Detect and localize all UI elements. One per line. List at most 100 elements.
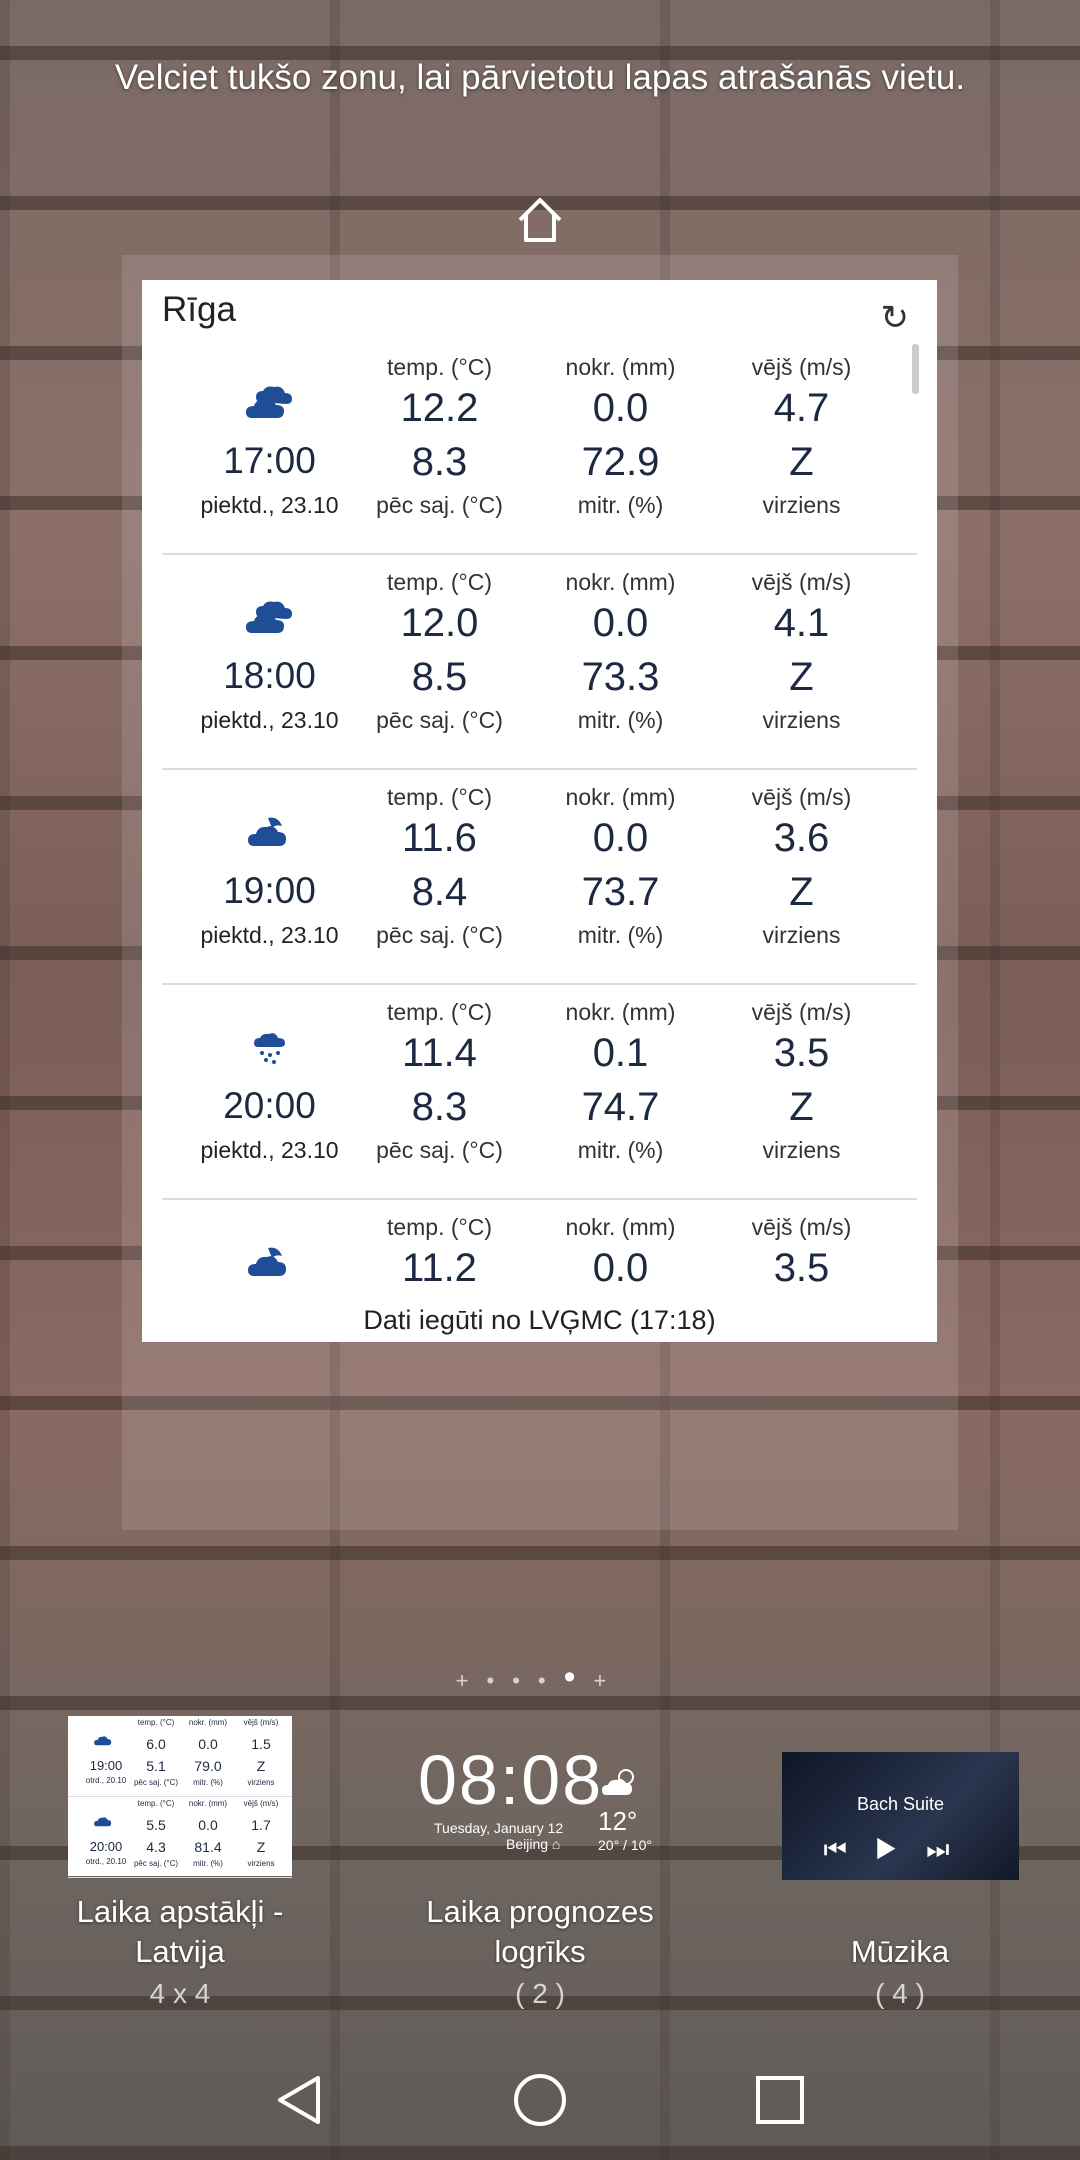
humidity-value: 72.9 (581, 440, 660, 484)
preview-row: 19:00 otrd., 20.10 temp. (°C) 6.0 5.1 pēc saj… (68, 1716, 292, 1797)
feels-like-label: pēc saj. (°C) (376, 492, 503, 518)
wind-direction-value: Z (789, 440, 814, 484)
precip-label: nokr. (mm) (565, 999, 676, 1025)
forecast-range: 20° / 10° (598, 1837, 653, 1853)
feels-like-value: 8.5 (411, 655, 468, 699)
feels-like-label: pēc saj. (°C) (376, 707, 503, 733)
page-dot[interactable]: • (538, 1668, 564, 1693)
feels-like-value: 8.3 (411, 1085, 468, 1129)
precip-label: nokr. (mm) (565, 1214, 676, 1240)
temp-value: 11.6 (402, 816, 477, 860)
music-controls: ⏮▶⏭ (782, 1834, 1019, 1866)
music-track-title: Bach Suite (856, 1794, 945, 1814)
partly-cloudy-night-icon (242, 1242, 298, 1282)
temp-value: 12.2 (400, 386, 479, 430)
forecast-time: 18:00 (223, 655, 316, 696)
precip-label: nokr. (mm) (565, 569, 676, 595)
humidity-label: mitr. (%) (577, 492, 664, 518)
wind-direction-value: Z (789, 1085, 814, 1129)
clock-location: Beijing ⌂ (506, 1836, 561, 1852)
partly-cloudy-night-icon (242, 812, 298, 852)
preview-feels: 4.3 (146, 1839, 166, 1855)
page-dot-active[interactable]: • (564, 1658, 594, 1696)
precip-value: 0.0 (592, 1246, 649, 1290)
direction-label: virziens (762, 1137, 841, 1163)
forecast-date: piektd., 23.10 (200, 707, 339, 733)
forecast-time: 19:00 (223, 870, 316, 911)
forecast-widget-label[interactable]: Laika prognozes logrīks (400, 1892, 680, 1972)
latvia-widget-preview[interactable]: 19:00 otrd., 20.10 temp. (°C) 6.0 5.1 pēc saj… (68, 1716, 292, 1878)
clock-date: Tuesday, January 12 (434, 1820, 564, 1836)
preview-feels: 5.1 (146, 1758, 166, 1774)
latvia-widget-label[interactable]: Laika apstākļi - Latvija (40, 1892, 320, 1972)
forecast-list[interactable]: 17:00 piektd., 23.10 temp. (°C) 12.2 8.3 pēc … (162, 340, 917, 1342)
latvia-widget-size: 4 x 4 (149, 1978, 211, 2009)
cloudy-icon (76, 1811, 132, 1832)
forecast-row[interactable]: 19:00 piektd., 23.10 temp. (°C) 11.6 8.4 pēc … (162, 770, 917, 985)
temp-label: temp. (°C) (386, 1214, 493, 1240)
preview-direction: Z (256, 1758, 266, 1774)
preview-direction-label: virziens (247, 1778, 275, 1787)
home-location-icon: ⌂ (551, 1836, 561, 1852)
temp-label: temp. (°C) (386, 999, 493, 1025)
preview-temp: 6.0 (146, 1736, 166, 1752)
music-widget-count: ( 4 ) (875, 1978, 925, 2009)
cloudy-icon (242, 597, 298, 637)
precip-label: nokr. (mm) (565, 784, 676, 810)
home-page-icon[interactable] (512, 192, 568, 248)
humidity-label: mitr. (%) (577, 707, 664, 733)
preview-wind: 1.5 (251, 1736, 271, 1752)
preview-humidity-label: mitr. (%) (193, 1778, 223, 1787)
wind-value: 4.1 (773, 601, 830, 645)
wind-value: 3.6 (773, 816, 830, 860)
page-dot[interactable]: • (512, 1668, 538, 1693)
temp-value: 11.2 (402, 1246, 477, 1290)
forecast-row[interactable]: 17:00 piektd., 23.10 temp. (°C) 12.2 8.3 pēc … (162, 340, 917, 555)
forecast-row[interactable]: 18:00 piektd., 23.10 temp. (°C) 12.0 8.5 pēc … (162, 555, 917, 770)
weather-widget[interactable]: Rīga ↻ 17:00 piektd., 23.10 temp. (°C) 12.2… (142, 280, 937, 1342)
precip-value: 0.0 (592, 601, 649, 645)
next-icon: ⏭ (926, 1834, 978, 1864)
preview-feels-label: pēc saj. (°C) (133, 1859, 179, 1868)
forecast-widget-count: ( 2 ) (515, 1978, 565, 2009)
music-widget-label[interactable]: Mūzika (760, 1932, 1040, 1972)
forecast-row[interactable]: 20:00 piektd., 23.10 temp. (°C) 11.4 8.3 pēc … (162, 985, 917, 1200)
feels-like-value: 8.3 (411, 440, 468, 484)
page-indicator[interactable]: +••••+ (0, 1658, 1080, 1697)
preview-direction: Z (256, 1839, 266, 1855)
forecast-widget-preview[interactable]: 08:08 Tuesday, January 12 Beijing ⌂ (418, 1740, 603, 1852)
city-title: Rīga (162, 290, 236, 329)
forecast-time: 20:00 (223, 1085, 316, 1126)
preview-precip: 0.0 (198, 1817, 218, 1833)
music-widget-preview[interactable]: Bach Suite ⏮▶⏭ (782, 1752, 1019, 1880)
refresh-icon[interactable]: ↻ (881, 298, 910, 338)
add-page-dot[interactable]: + (456, 1668, 487, 1693)
home-button[interactable] (500, 2060, 580, 2140)
previous-icon: ⏮ (823, 1834, 875, 1864)
forecast-time: 17:00 (223, 440, 316, 481)
wind-label: vējš (m/s) (751, 999, 852, 1025)
page-dot[interactable]: • (486, 1668, 512, 1693)
wind-label: vējš (m/s) (751, 1214, 852, 1240)
wind-value: 3.5 (773, 1246, 830, 1290)
add-page-dot[interactable]: + (594, 1668, 625, 1693)
cloudy-icon (76, 1730, 132, 1751)
direction-label: virziens (762, 922, 841, 948)
recents-button[interactable] (740, 2060, 820, 2140)
back-icon (278, 2076, 320, 2124)
move-page-hint: Velciet tukšo zonu, lai pārvietotu lapas… (114, 58, 966, 97)
precip-value: 0.1 (592, 1031, 649, 1075)
preview-humidity: 79.0 (194, 1758, 222, 1774)
temp-label: temp. (°C) (386, 354, 493, 380)
forecast-temp: 12° (598, 1806, 638, 1836)
back-button[interactable] (260, 2060, 340, 2140)
preview-row: 20:00 otrd., 20.10 temp. (°C) 5.5 4.3 pēc saj… (68, 1797, 292, 1878)
feels-like-value: 8.4 (411, 870, 468, 914)
direction-label: virziens (762, 492, 841, 518)
humidity-value: 73.7 (581, 870, 660, 914)
clock-time: 08:08 (418, 1741, 604, 1819)
preview-humidity-label: mitr. (%) (193, 1859, 223, 1868)
recents-icon (756, 2076, 804, 2124)
feels-like-label: pēc saj. (°C) (376, 1137, 503, 1163)
temp-label: temp. (°C) (386, 569, 493, 595)
